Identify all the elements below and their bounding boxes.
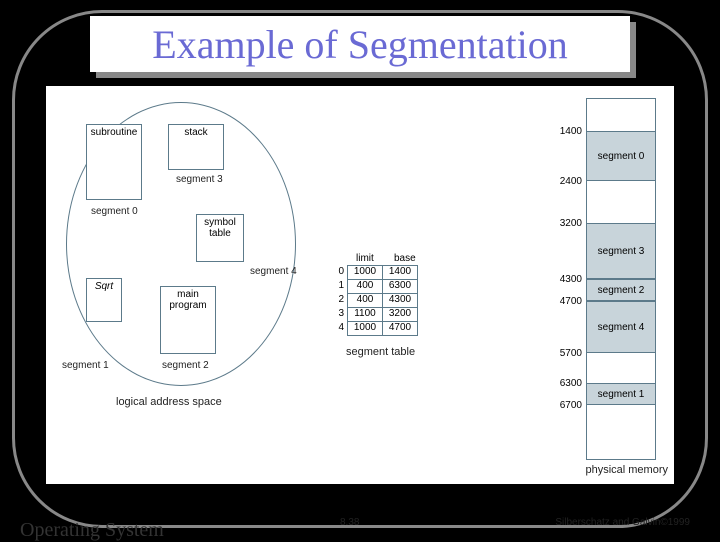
pm-segment0: segment 0: [587, 131, 655, 181]
segment0-label: segment 0: [91, 206, 138, 217]
addr-3200: 3200: [560, 218, 582, 229]
row-limit: 1000: [347, 321, 383, 336]
symbol-table-box: symbol table: [196, 214, 244, 262]
row-limit: 400: [347, 279, 383, 294]
row-index: 0: [334, 266, 348, 280]
logical-address-space-caption: logical address space: [116, 396, 222, 408]
physical-memory: segment 0 segment 3 segment 2 segment 4 …: [586, 98, 656, 460]
row-index: 2: [334, 294, 348, 308]
footer-copyright: Silberschatz and Galvin©1999: [555, 517, 690, 528]
addr-1400: 1400: [560, 126, 582, 137]
row-limit: 1000: [347, 265, 383, 280]
addr-4300: 4300: [560, 274, 582, 285]
addr-6300: 6300: [560, 378, 582, 389]
table-row: 4 1000 4700: [334, 322, 418, 336]
stack-box: stack: [168, 124, 224, 170]
pm-segment3: segment 3: [587, 223, 655, 279]
table-row: 2 400 4300: [334, 294, 418, 308]
main-program-box: main program: [160, 286, 216, 354]
pm-segment4: segment 4: [587, 301, 655, 353]
footer-page-number: 8.38: [340, 517, 359, 528]
physical-memory-caption: physical memory: [585, 464, 668, 476]
table-row: 3 1100 3200: [334, 308, 418, 322]
row-base: 6300: [382, 279, 418, 294]
row-base: 4300: [382, 293, 418, 308]
addr-6700: 6700: [560, 400, 582, 411]
row-limit: 1100: [347, 307, 383, 322]
segment1-label: segment 1: [62, 360, 109, 371]
segment3-label: segment 3: [176, 174, 223, 185]
pm-segment2: segment 2: [587, 279, 655, 301]
subroutine-box: subroutine: [86, 124, 142, 200]
row-index: 3: [334, 308, 348, 322]
pm-segment1: segment 1: [587, 383, 655, 405]
segment2-label: segment 2: [162, 360, 209, 371]
row-base: 3200: [382, 307, 418, 322]
row-base: 4700: [382, 321, 418, 336]
row-index: 4: [334, 322, 348, 336]
segment-table-caption: segment table: [346, 346, 415, 358]
segment-table-header-base: base: [394, 253, 416, 264]
table-row: 0 1000 1400: [334, 266, 418, 280]
row-limit: 400: [347, 293, 383, 308]
sqrt-box: Sqrt: [86, 278, 122, 322]
row-base: 1400: [382, 265, 418, 280]
segment-table-header-limit: limit: [356, 253, 374, 264]
footer-left: Operating System: [20, 519, 164, 542]
slide-title: Example of Segmentation: [152, 21, 567, 68]
table-row: 1 400 6300: [334, 280, 418, 294]
addr-2400: 2400: [560, 176, 582, 187]
row-index: 1: [334, 280, 348, 294]
addr-5700: 5700: [560, 348, 582, 359]
diagram-area: subroutine segment 0 stack segment 3 sym…: [46, 86, 674, 484]
title-box: Example of Segmentation: [90, 16, 630, 72]
addr-4700: 4700: [560, 296, 582, 307]
segment4-label: segment 4: [250, 266, 297, 277]
